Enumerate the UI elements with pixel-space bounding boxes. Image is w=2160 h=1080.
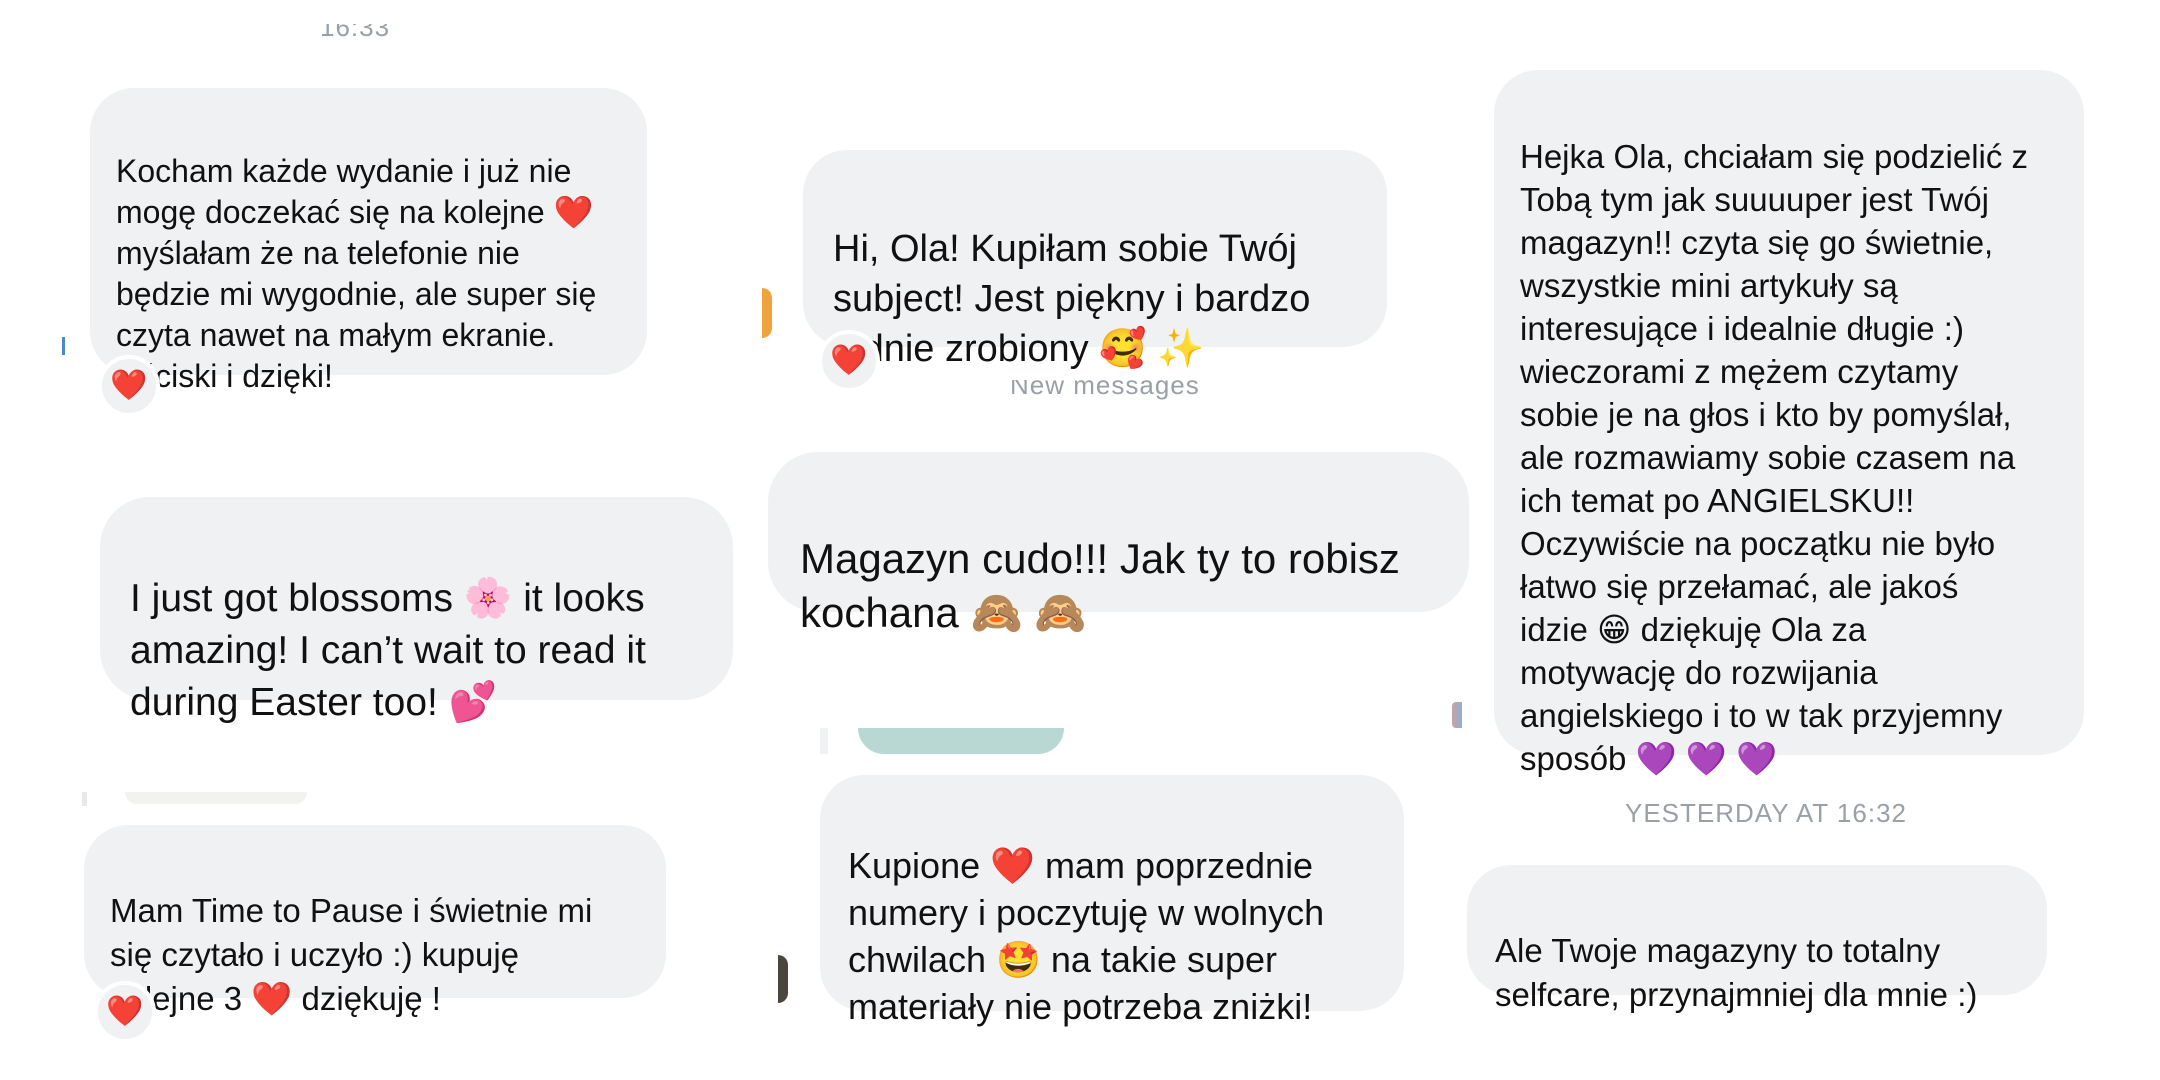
cropped-avatar-fragment xyxy=(778,955,788,1003)
message-text: Mam Time to Pause i świetnie mi się czyt… xyxy=(110,892,593,1017)
message-bubble[interactable]: Ale Twoje magazyny to totalny selfcare, … xyxy=(1467,865,2047,1013)
message-text: Kocham każde wydanie i już nie mogę docz… xyxy=(116,153,597,394)
message-text: Kupione ❤️ mam poprzednie numery i poczy… xyxy=(848,845,1325,1027)
message-bubble[interactable]: I just got blossoms 🌸 it looks amazing! … xyxy=(100,497,733,724)
message-bubble[interactable]: Mam Time to Pause i świetnie mi się czyt… xyxy=(84,825,666,1017)
message-text: Magazyn cudo!!! Jak ty to robisz kochana… xyxy=(800,535,1400,636)
message-bubble[interactable]: Magazyn cudo!!! Jak ty to robisz kochana… xyxy=(768,452,1469,636)
cropped-attachment-fragment xyxy=(858,728,1064,754)
message-text: Hi, Ola! Kupiłam sobie Twój subject! Jes… xyxy=(833,228,1311,370)
message-bubble[interactable]: Hi, Ola! Kupiłam sobie Twój subject! Jes… xyxy=(803,150,1387,370)
message-text: I just got blossoms 🌸 it looks amazing! … xyxy=(130,577,646,724)
cropped-fragment xyxy=(820,728,828,754)
message-text: Hejka Ola, chciałam się podzielić z Tobą… xyxy=(1520,138,2029,777)
timestamp-top-left: 16:33 xyxy=(320,24,391,42)
heart-reaction-icon[interactable]: ❤️ xyxy=(818,330,880,392)
cropped-fragment xyxy=(62,337,65,355)
message-bubble[interactable]: Kocham każde wydanie i już nie mogę docz… xyxy=(90,88,647,394)
heart-reaction-icon[interactable]: ❤️ xyxy=(94,981,156,1043)
cropped-attachment-fragment xyxy=(125,792,307,804)
message-bubble[interactable]: Hejka Ola, chciałam się podzielić z Tobą… xyxy=(1494,70,2084,777)
message-text: Ale Twoje magazyny to totalny selfcare, … xyxy=(1495,932,1978,1013)
cropped-fragment xyxy=(82,792,87,806)
cropped-avatar-fragment xyxy=(1452,702,1462,728)
heart-reaction-icon[interactable]: ❤️ xyxy=(98,355,160,417)
cropped-avatar-fragment xyxy=(762,288,772,338)
message-bubble[interactable]: Kupione ❤️ mam poprzednie numery i poczy… xyxy=(820,775,1404,1027)
